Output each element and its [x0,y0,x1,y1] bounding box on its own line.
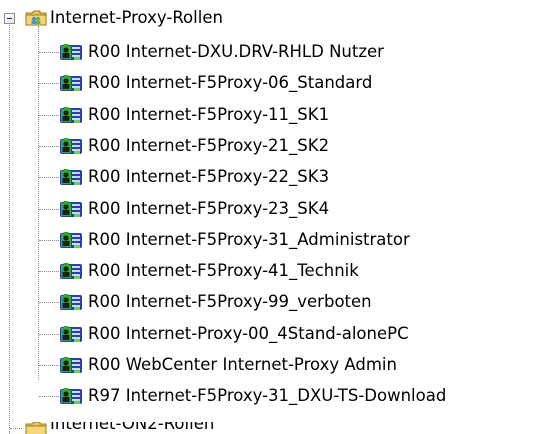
tree-node-child[interactable]: R00 Internet-DXU.DRV-RHLD Nutzer [59,38,386,66]
tree-node-label: R00 Internet-F5Proxy-21_SK2 [88,136,330,155]
tree-node-label: R00 WebCenter Internet-Proxy Admin [88,355,397,374]
tree-node-child[interactable]: R00 Internet-F5Proxy-06_Standard [59,69,374,97]
tree-node-child[interactable]: R00 Internet-F5Proxy-22_SK3 [59,163,331,191]
tree-node-label: R00 Internet-F5Proxy-99_verboten [88,292,372,311]
role-group-icon [60,107,82,123]
tree-node-label: R00 Internet-F5Proxy-11_SK1 [88,105,330,124]
tree-connector-child [39,83,59,84]
tree-node-child[interactable]: R97 Internet-F5Proxy-31_DXU-TS-Download [59,382,448,410]
tree-node-label: R00 Internet-F5Proxy-41_Technik [88,261,359,280]
role-group-icon [60,263,82,279]
tree-connector-child [39,396,59,397]
tree-node-child[interactable]: R00 Internet-F5Proxy-23_SK4 [59,195,331,223]
tree-connector-child [39,240,59,241]
role-group-icon [60,169,82,185]
role-group-icon [60,138,82,154]
tree-node-label: R00 Internet-Proxy-00_4Stand-alonePC [88,324,409,343]
role-group-icon [60,201,82,217]
tree-node-parent[interactable]: Internet-Proxy-Rollen [48,4,225,32]
role-group-icon [60,294,82,310]
folder-group-icon [25,10,47,26]
tree-connector-child [39,115,59,116]
tree-node-child[interactable]: R00 Internet-F5Proxy-41_Technik [59,257,361,285]
tree-connector-child [39,52,59,53]
tree-connector-child [39,302,59,303]
tree-connector-child [39,334,59,335]
tree-node-label: Internet-ON2-Rollen [50,422,215,433]
tree-connector-child [39,209,59,210]
tree-connector-child [39,146,59,147]
tree-view: Internet-Proxy-Rollen R00 Internet-DXU.D… [0,0,550,434]
tree-node-label: R00 Internet-DXU.DRV-RHLD Nutzer [88,42,384,61]
tree-node-child[interactable]: R00 Internet-F5Proxy-21_SK2 [59,132,331,160]
tree-connector-child [39,365,59,366]
collapse-expander[interactable] [4,13,15,24]
tree-node-label: R00 Internet-F5Proxy-22_SK3 [88,167,330,186]
tree-node-child[interactable]: R00 Internet-Proxy-00_4Stand-alonePC [59,320,411,348]
minus-icon [7,18,12,19]
tree-node-child[interactable]: R00 Internet-F5Proxy-31_Administrator [59,226,412,254]
tree-node-next[interactable]: Internet-ON2-Rollen [48,422,216,434]
tree-node-label: R00 Internet-F5Proxy-23_SK4 [88,199,330,218]
role-group-icon [60,232,82,248]
tree-node-label: R00 Internet-F5Proxy-31_Administrator [88,230,410,249]
tree-node-label: R00 Internet-F5Proxy-06_Standard [88,73,373,92]
role-group-icon [60,357,82,373]
folder-group-icon [25,422,47,434]
tree-node-child[interactable]: R00 WebCenter Internet-Proxy Admin [59,351,399,379]
tree-node-next-clip: Internet-ON2-Rollen [0,422,550,434]
tree-node-child[interactable]: R00 Internet-F5Proxy-11_SK1 [59,101,331,129]
tree-connector-child [39,271,59,272]
tree-connector-children [38,26,39,380]
role-group-icon [60,75,82,91]
tree-connector-next [10,428,22,429]
role-group-icon [60,326,82,342]
tree-node-label: R97 Internet-F5Proxy-31_DXU-TS-Download [88,386,447,405]
tree-node-child[interactable]: R00 Internet-F5Proxy-99_verboten [59,288,374,316]
role-group-icon [60,388,82,404]
tree-connector-root [9,18,10,434]
tree-node-label: Internet-Proxy-Rollen [50,8,223,27]
tree-connector-child [39,177,59,178]
role-group-icon [60,44,82,60]
